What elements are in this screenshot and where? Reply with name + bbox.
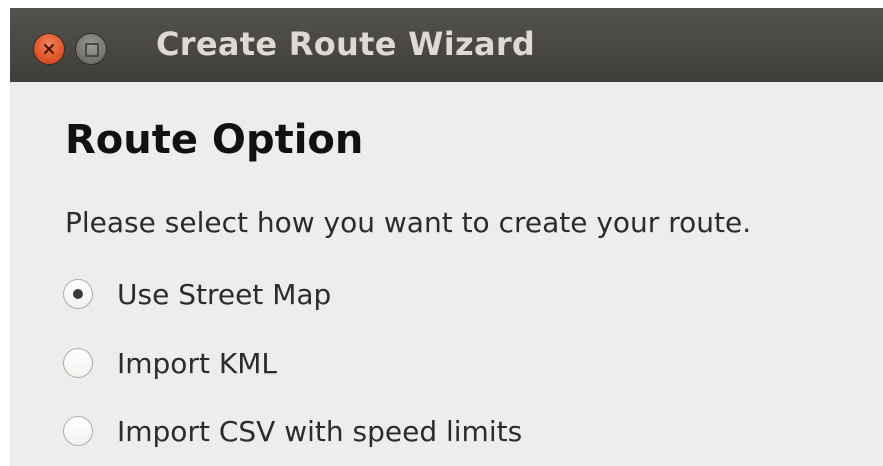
window-title: Create Route Wizard	[156, 25, 536, 63]
option-use-street-map[interactable]: Use Street Map	[63, 274, 331, 314]
wizard-page: Route Option Please select how you want …	[10, 82, 883, 466]
radio-import-csv[interactable]	[63, 416, 93, 446]
wizard-window: Create Route Wizard Route Option Please …	[10, 8, 883, 466]
radio-use-street-map[interactable]	[63, 279, 93, 309]
maximize-button[interactable]	[76, 34, 106, 64]
close-icon	[43, 43, 55, 55]
option-label: Import CSV with speed limits	[117, 414, 523, 448]
close-button[interactable]	[34, 34, 64, 64]
instruction-text: Please select how you want to create you…	[65, 206, 752, 239]
maximize-icon	[85, 43, 99, 57]
option-import-kml[interactable]: Import KML	[63, 343, 277, 383]
radio-import-kml[interactable]	[63, 348, 93, 378]
option-label: Import KML	[117, 346, 277, 380]
option-label: Use Street Map	[117, 277, 332, 311]
title-bar[interactable]: Create Route Wizard	[10, 8, 883, 82]
page-heading: Route Option	[65, 117, 364, 163]
option-import-csv[interactable]: Import CSV with speed limits	[63, 411, 522, 451]
